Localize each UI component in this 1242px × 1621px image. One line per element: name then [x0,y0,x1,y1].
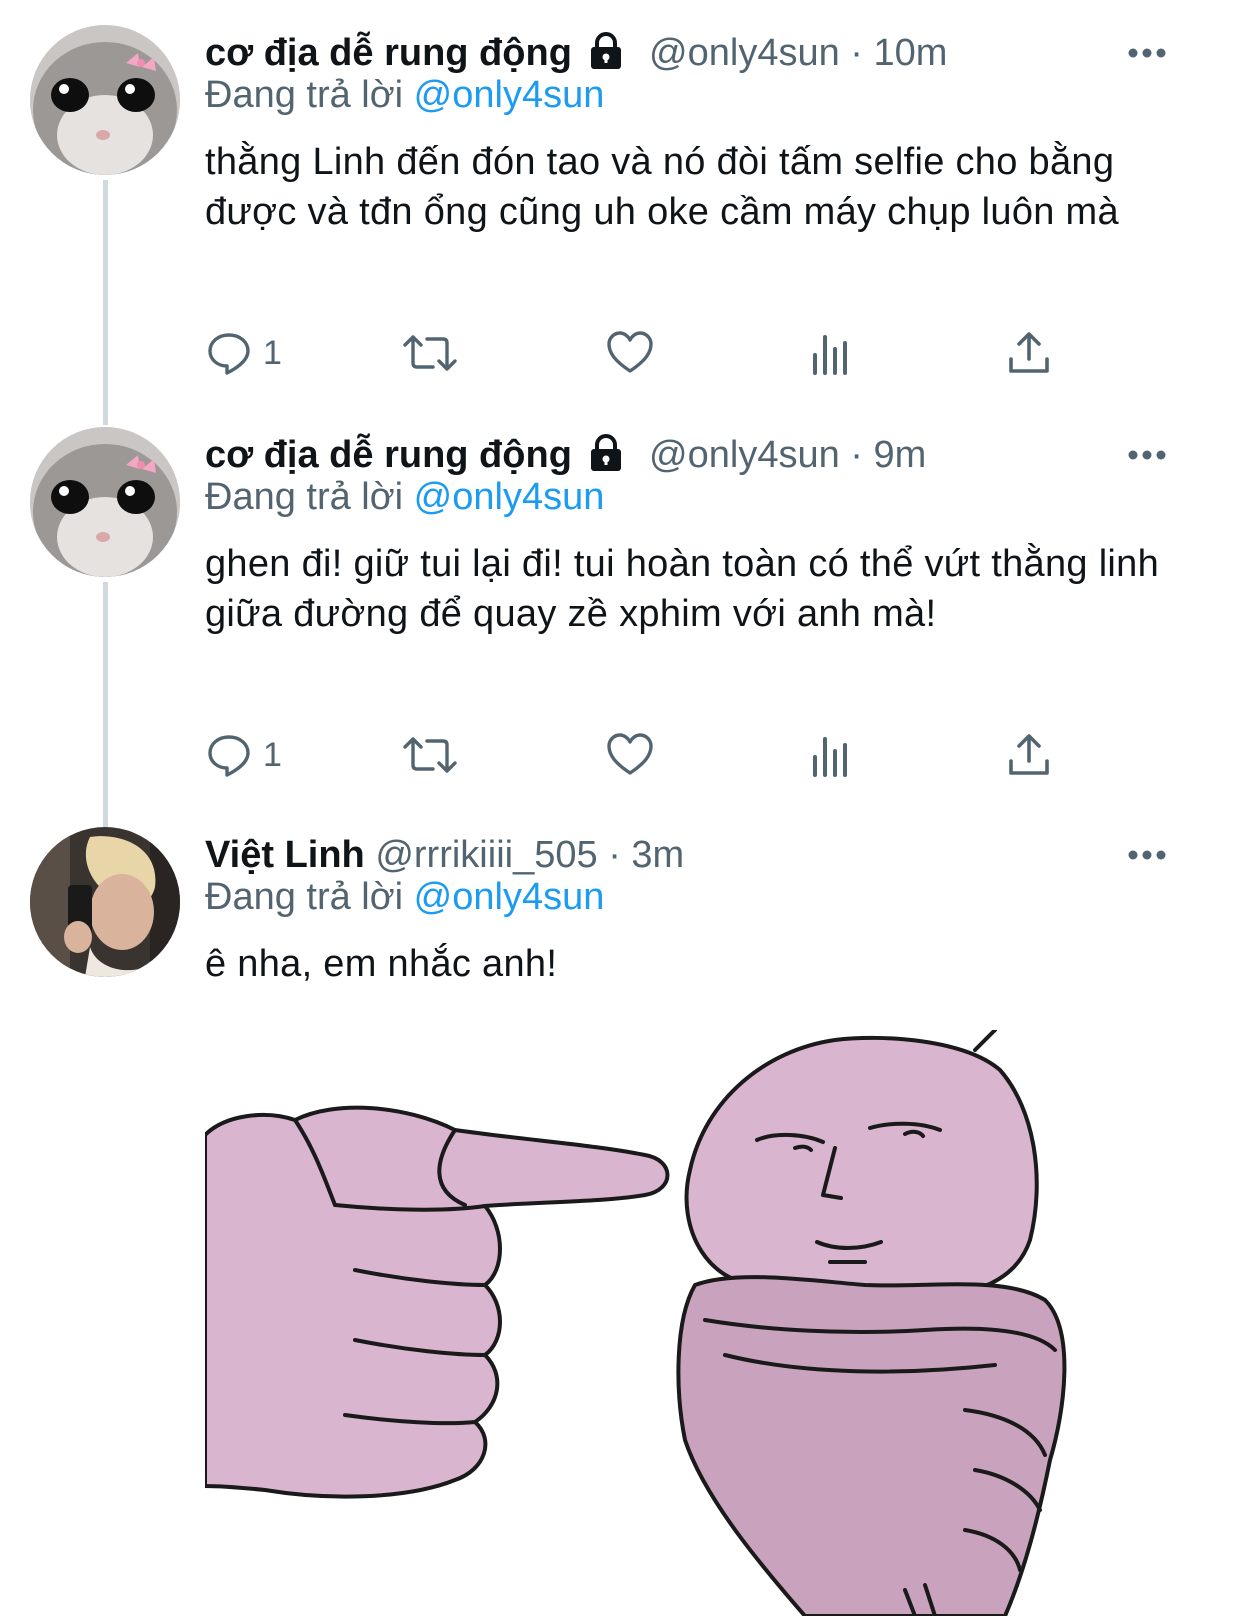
lock-icon [591,31,622,69]
display-name[interactable]: cơ địa dễ rung động [205,32,572,74]
username-handle[interactable]: @only4sun [649,434,840,476]
tweet[interactable]: cơ địa dễ rung động @only4sun · 10m Đang… [0,25,1242,405]
reply-icon [208,333,250,375]
timestamp[interactable]: 3m [631,834,684,876]
analytics-icon [813,335,847,375]
reply-icon [208,735,250,777]
share-button[interactable] [1005,725,1053,785]
share-icon [1009,734,1049,775]
share-icon [1009,332,1049,373]
retweet-icon [403,737,457,773]
tweet-header: cơ địa dễ rung động @only4sun · 10m [205,25,1182,81]
reply-button[interactable]: 1 [205,323,282,383]
display-name[interactable]: Việt Linh [205,834,365,876]
tweet-media-image[interactable] [203,1028,1085,1618]
like-icon [607,733,653,775]
lock-icon [591,433,622,471]
reply-count: 1 [263,735,282,774]
avatar-hamster[interactable] [30,427,180,577]
retweet-icon [403,335,457,371]
like-button[interactable] [605,323,655,383]
like-icon [607,331,653,373]
reply-count: 1 [263,333,282,372]
analytics-button[interactable] [809,725,853,785]
action-bar: 1 [205,323,1085,383]
tweet-text: ghen đi! giữ tui lại đi! tui hoàn toàn c… [205,543,1160,635]
action-bar: 1 [205,725,1085,785]
more-options-icon[interactable] [1123,427,1171,483]
more-options-icon[interactable] [1123,827,1171,883]
retweet-button[interactable] [401,323,459,383]
display-name[interactable]: cơ địa dễ rung động [205,434,572,476]
share-button[interactable] [1005,323,1053,383]
username-handle[interactable]: @rrrikiiii_505 [375,834,597,876]
avatar-profile-photo[interactable] [30,827,180,977]
username-handle[interactable]: @only4sun [649,32,840,74]
timestamp[interactable]: 10m [874,32,948,74]
like-button[interactable] [605,725,655,785]
tweet-header: cơ địa dễ rung động @only4sun · 9m [205,427,1182,483]
tweet[interactable]: cơ địa dễ rung động @only4sun · 9m Đang … [0,427,1242,807]
separator-dot: · [850,434,863,476]
reply-button[interactable]: 1 [205,725,282,785]
analytics-button[interactable] [809,323,853,383]
analytics-icon [813,737,847,777]
more-options-icon[interactable] [1123,25,1171,81]
separator-dot: · [850,32,863,74]
retweet-button[interactable] [401,725,459,785]
separator-dot: · [608,834,621,876]
tweet-text: thằng Linh đến đón tao và nó đòi tấm sel… [205,141,1119,233]
tweet-text: ê nha, em nhắc anh! [205,943,558,985]
timestamp[interactable]: 9m [874,434,927,476]
avatar-hamster[interactable] [30,25,180,175]
tweet-header: Việt Linh @rrrikiiii_505 · 3m [205,827,1182,883]
